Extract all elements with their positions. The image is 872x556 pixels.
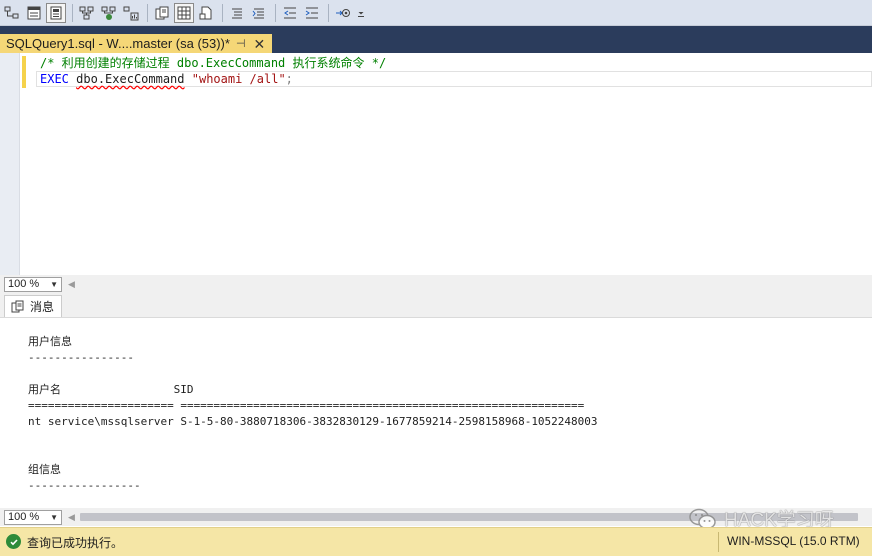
client-stats-icon[interactable] (121, 3, 141, 23)
overflow-icon[interactable] (355, 3, 367, 23)
code-exec-line: EXEC dbo.ExecCommand "whoami /all"; (40, 71, 293, 87)
document-tabstrip: SQLQuery1.sql - W....master (sa (53))* ⊣… (0, 26, 872, 53)
query-editor[interactable]: /* 利用创建的存储过程 dbo.ExecCommand 执行系统命令 */ E… (0, 53, 872, 275)
scroll-left-icon[interactable]: ◀ (68, 279, 75, 290)
editor-zoom-bar: 100 % ▼ ◀ (0, 275, 872, 293)
message-line: ---------------- (28, 351, 134, 364)
message-line: 用户名 SID (28, 383, 194, 396)
message-line: 用户信息 (28, 335, 72, 348)
change-marker (22, 56, 26, 88)
procedure-name: dbo.ExecCommand (76, 72, 185, 86)
string-literal: "whoami /all" (191, 72, 286, 86)
results-text-icon[interactable] (152, 3, 172, 23)
query-toolbar (0, 0, 872, 26)
tab-title: SQLQuery1.sql - W....master (sa (53))* (6, 36, 230, 51)
tab-messages-label: 消息 (30, 300, 55, 314)
messages-pane[interactable]: 用户信息 ---------------- 用户名 SID ==========… (0, 318, 872, 508)
display-plan-icon[interactable] (77, 3, 97, 23)
specify-values-icon[interactable] (333, 3, 353, 23)
editor-zoom-value: 100 % (8, 278, 40, 290)
comment-icon[interactable] (227, 3, 247, 23)
chevron-down-icon: ▼ (50, 512, 58, 522)
message-line: ----------------- (28, 479, 141, 492)
message-line: nt service\mssqlserver S-1-5-80-38807183… (28, 415, 598, 428)
tab-messages[interactable]: 消息 (4, 295, 62, 317)
close-icon[interactable]: ✕ (254, 37, 266, 51)
toolbar-separator (147, 3, 148, 22)
include-plan-icon[interactable] (99, 3, 119, 23)
results-to-text-icon[interactable] (24, 3, 44, 23)
toolbar-separator (72, 3, 73, 22)
pin-icon[interactable]: ⊣ (236, 37, 246, 50)
code-comment-line: /* 利用创建的存储过程 dbo.ExecCommand 执行系统命令 */ (40, 56, 387, 70)
results-to-grid-icon[interactable] (46, 2, 66, 23)
toolbar-separator (222, 3, 223, 22)
editor-zoom-select[interactable]: 100 % ▼ (4, 276, 62, 292)
server-info: WIN-MSSQL (15.0 RTM) (727, 534, 860, 548)
editor-margin (0, 53, 20, 275)
query-options-icon[interactable] (2, 3, 22, 23)
status-message: 查询已成功执行。 (27, 536, 124, 550)
status-bar: 查询已成功执行。 WIN-MSSQL (15.0 RTM) (0, 527, 872, 556)
status-separator (718, 532, 719, 552)
success-check-icon (6, 534, 21, 549)
scroll-left-icon[interactable]: ◀ (68, 512, 75, 523)
results-tabstrip: 消息 (0, 293, 872, 318)
chevron-down-icon: ▼ (50, 279, 58, 289)
results-file-icon[interactable] (196, 3, 216, 23)
results-grid-icon[interactable] (174, 2, 194, 23)
toolbar-separator (275, 3, 276, 22)
keyword-exec: EXEC (40, 72, 69, 86)
decrease-indent-icon[interactable] (280, 3, 300, 23)
results-zoom-value: 100 % (8, 511, 40, 523)
message-line: 组信息 (28, 463, 61, 476)
semicolon: ; (285, 72, 293, 86)
increase-indent-icon[interactable] (302, 3, 322, 23)
results-zoom-select[interactable]: 100 % ▼ (4, 509, 62, 525)
uncomment-icon[interactable] (249, 3, 269, 23)
editor-hscroll[interactable]: ◀ (68, 278, 872, 290)
messages-icon (11, 300, 24, 312)
message-line: ====================== =================… (28, 399, 585, 412)
tab-sqlquery1[interactable]: SQLQuery1.sql - W....master (sa (53))* ⊣… (0, 34, 272, 53)
toolbar-separator (328, 3, 329, 22)
